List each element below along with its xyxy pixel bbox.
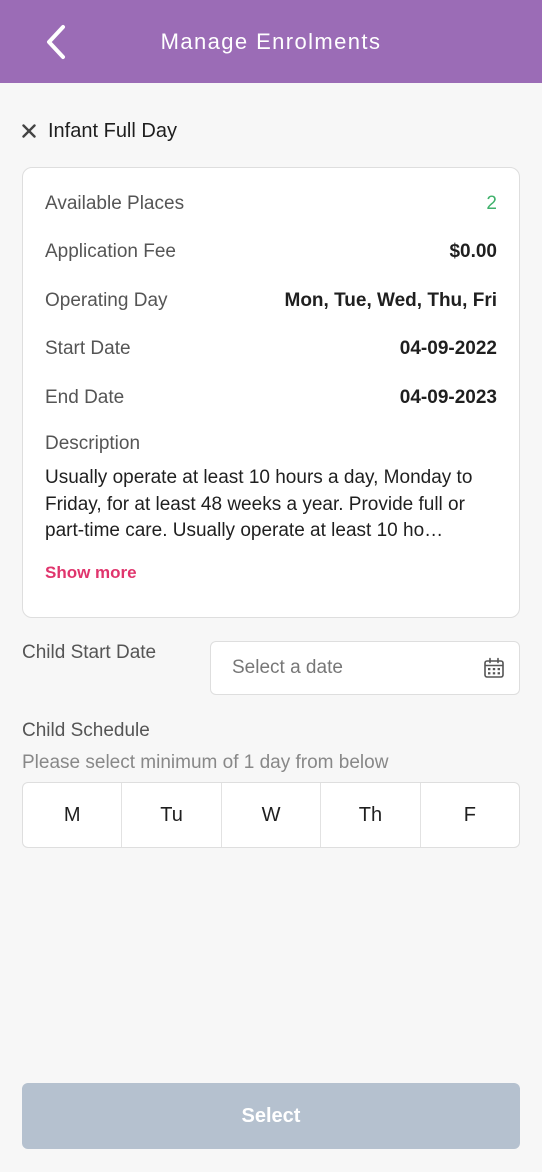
day-selector: M Tu W Th F xyxy=(22,782,520,848)
course-row: Infant Full Day xyxy=(20,116,177,146)
page-title: Manage Enrolments xyxy=(160,28,382,54)
back-button[interactable] xyxy=(38,22,74,62)
description-label: Description xyxy=(45,433,141,454)
day-wednesday[interactable]: W xyxy=(222,783,322,847)
date-placeholder: Select a date xyxy=(232,657,343,678)
calendar-icon xyxy=(484,657,504,678)
available-places-label: Available Places xyxy=(45,193,185,214)
child-schedule-label: Child Schedule xyxy=(22,720,150,741)
child-schedule-hint: Please select minimum of 1 day from belo… xyxy=(22,752,389,773)
child-start-date-picker[interactable]: Select a date xyxy=(210,641,520,695)
select-button[interactable]: Select xyxy=(22,1083,520,1149)
day-thursday[interactable]: Th xyxy=(321,783,421,847)
start-date-value: 04-09-2022 xyxy=(399,338,497,359)
end-date-row: End Date 04-09-2023 xyxy=(45,384,497,412)
app-header: Manage Enrolments xyxy=(0,0,542,83)
show-more-link[interactable]: Show more xyxy=(45,563,137,583)
details-card: Available Places 2 Application Fee $0.00… xyxy=(22,167,520,618)
chevron-left-icon xyxy=(47,25,65,59)
end-date-value: 04-09-2023 xyxy=(399,387,497,408)
description-text: Usually operate at least 10 hours a day,… xyxy=(45,467,473,541)
available-places-row: Available Places 2 xyxy=(45,190,497,218)
day-tuesday[interactable]: Tu xyxy=(122,783,222,847)
application-fee-label: Application Fee xyxy=(45,241,176,262)
close-icon xyxy=(22,124,36,138)
course-title: Infant Full Day xyxy=(48,119,177,142)
operating-day-row: Operating Day Mon, Tue, Wed, Thu, Fri xyxy=(45,287,497,315)
operating-day-value: Mon, Tue, Wed, Thu, Fri xyxy=(284,290,498,311)
start-date-row: Start Date 04-09-2022 xyxy=(45,335,497,363)
day-monday[interactable]: M xyxy=(23,783,123,847)
application-fee-value: $0.00 xyxy=(449,241,497,262)
close-button[interactable] xyxy=(20,122,38,140)
available-places-value: 2 xyxy=(486,193,497,214)
end-date-label: End Date xyxy=(45,387,125,408)
operating-day-label: Operating Day xyxy=(45,290,168,311)
start-date-label: Start Date xyxy=(45,338,131,359)
application-fee-row: Application Fee $0.00 xyxy=(45,238,497,266)
child-start-date-label: Child Start Date xyxy=(22,642,157,663)
day-friday[interactable]: F xyxy=(421,783,519,847)
